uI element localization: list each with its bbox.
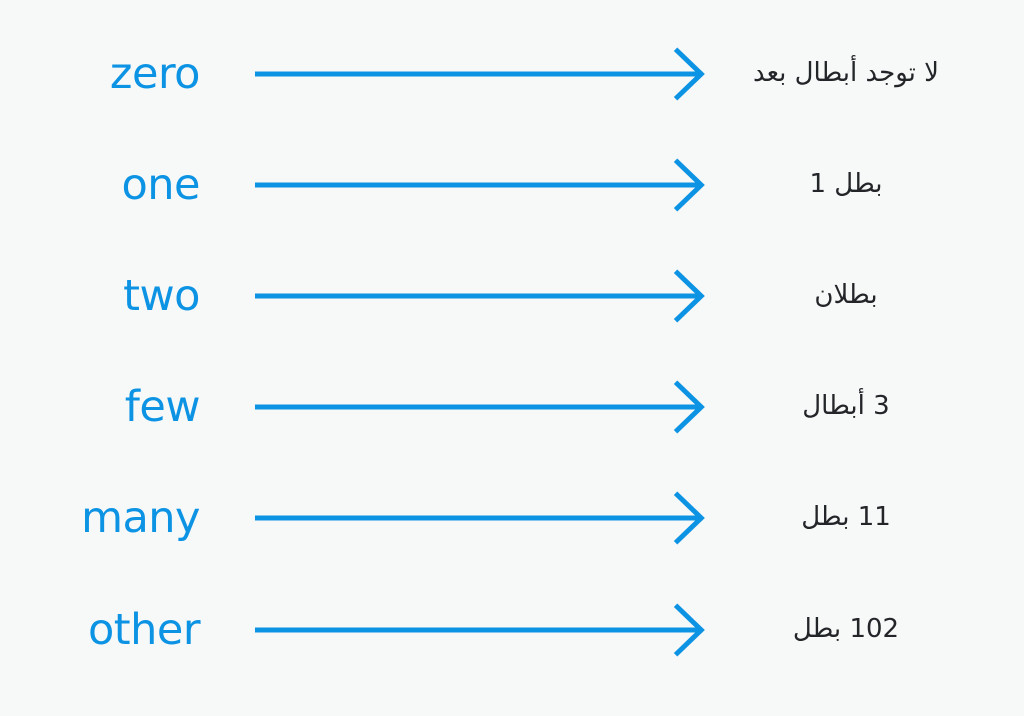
mapping-row: one بطل 1: [0, 145, 1024, 225]
plural-category-label: few: [124, 381, 201, 432]
mapping-arrow: [200, 478, 728, 558]
mapping-row: many 11 بطل: [0, 478, 1024, 558]
right-arrow-icon: [254, 380, 705, 434]
mapping-arrow: [200, 256, 728, 336]
translation-label: 3 أبطال: [802, 391, 890, 422]
mapping-arrow: [200, 145, 728, 225]
right-arrow-icon: [254, 158, 705, 212]
translation-label: لا توجد أبطال بعد: [752, 58, 940, 89]
plural-category-label: zero: [109, 48, 201, 99]
mapping-arrow: [200, 590, 728, 670]
mapping-arrow: [200, 34, 728, 114]
plural-category-label: two: [123, 270, 200, 321]
translation-label: 102 بطل: [792, 614, 900, 645]
translation-label: 11 بطل: [801, 502, 891, 533]
mapping-arrow: [200, 367, 728, 447]
mapping-row: zero لا توجد أبطال بعد: [0, 34, 1024, 114]
right-arrow-icon: [254, 491, 705, 545]
mapping-row: other 102 بطل: [0, 590, 1024, 670]
plural-category-label: other: [87, 604, 201, 655]
plural-category-label: one: [121, 159, 200, 210]
right-arrow-icon: [254, 603, 705, 657]
right-arrow-icon: [254, 269, 705, 323]
plural-category-mapping-diagram: zero لا توجد أبطال بعد one بطل 1 two بطل: [0, 0, 1024, 716]
mapping-row: two بطلان: [0, 256, 1024, 336]
plural-category-label: many: [81, 492, 200, 543]
mapping-row: few 3 أبطال: [0, 367, 1024, 447]
right-arrow-icon: [254, 47, 705, 101]
translation-label: بطلان: [814, 280, 878, 311]
translation-label: بطل 1: [809, 169, 883, 200]
